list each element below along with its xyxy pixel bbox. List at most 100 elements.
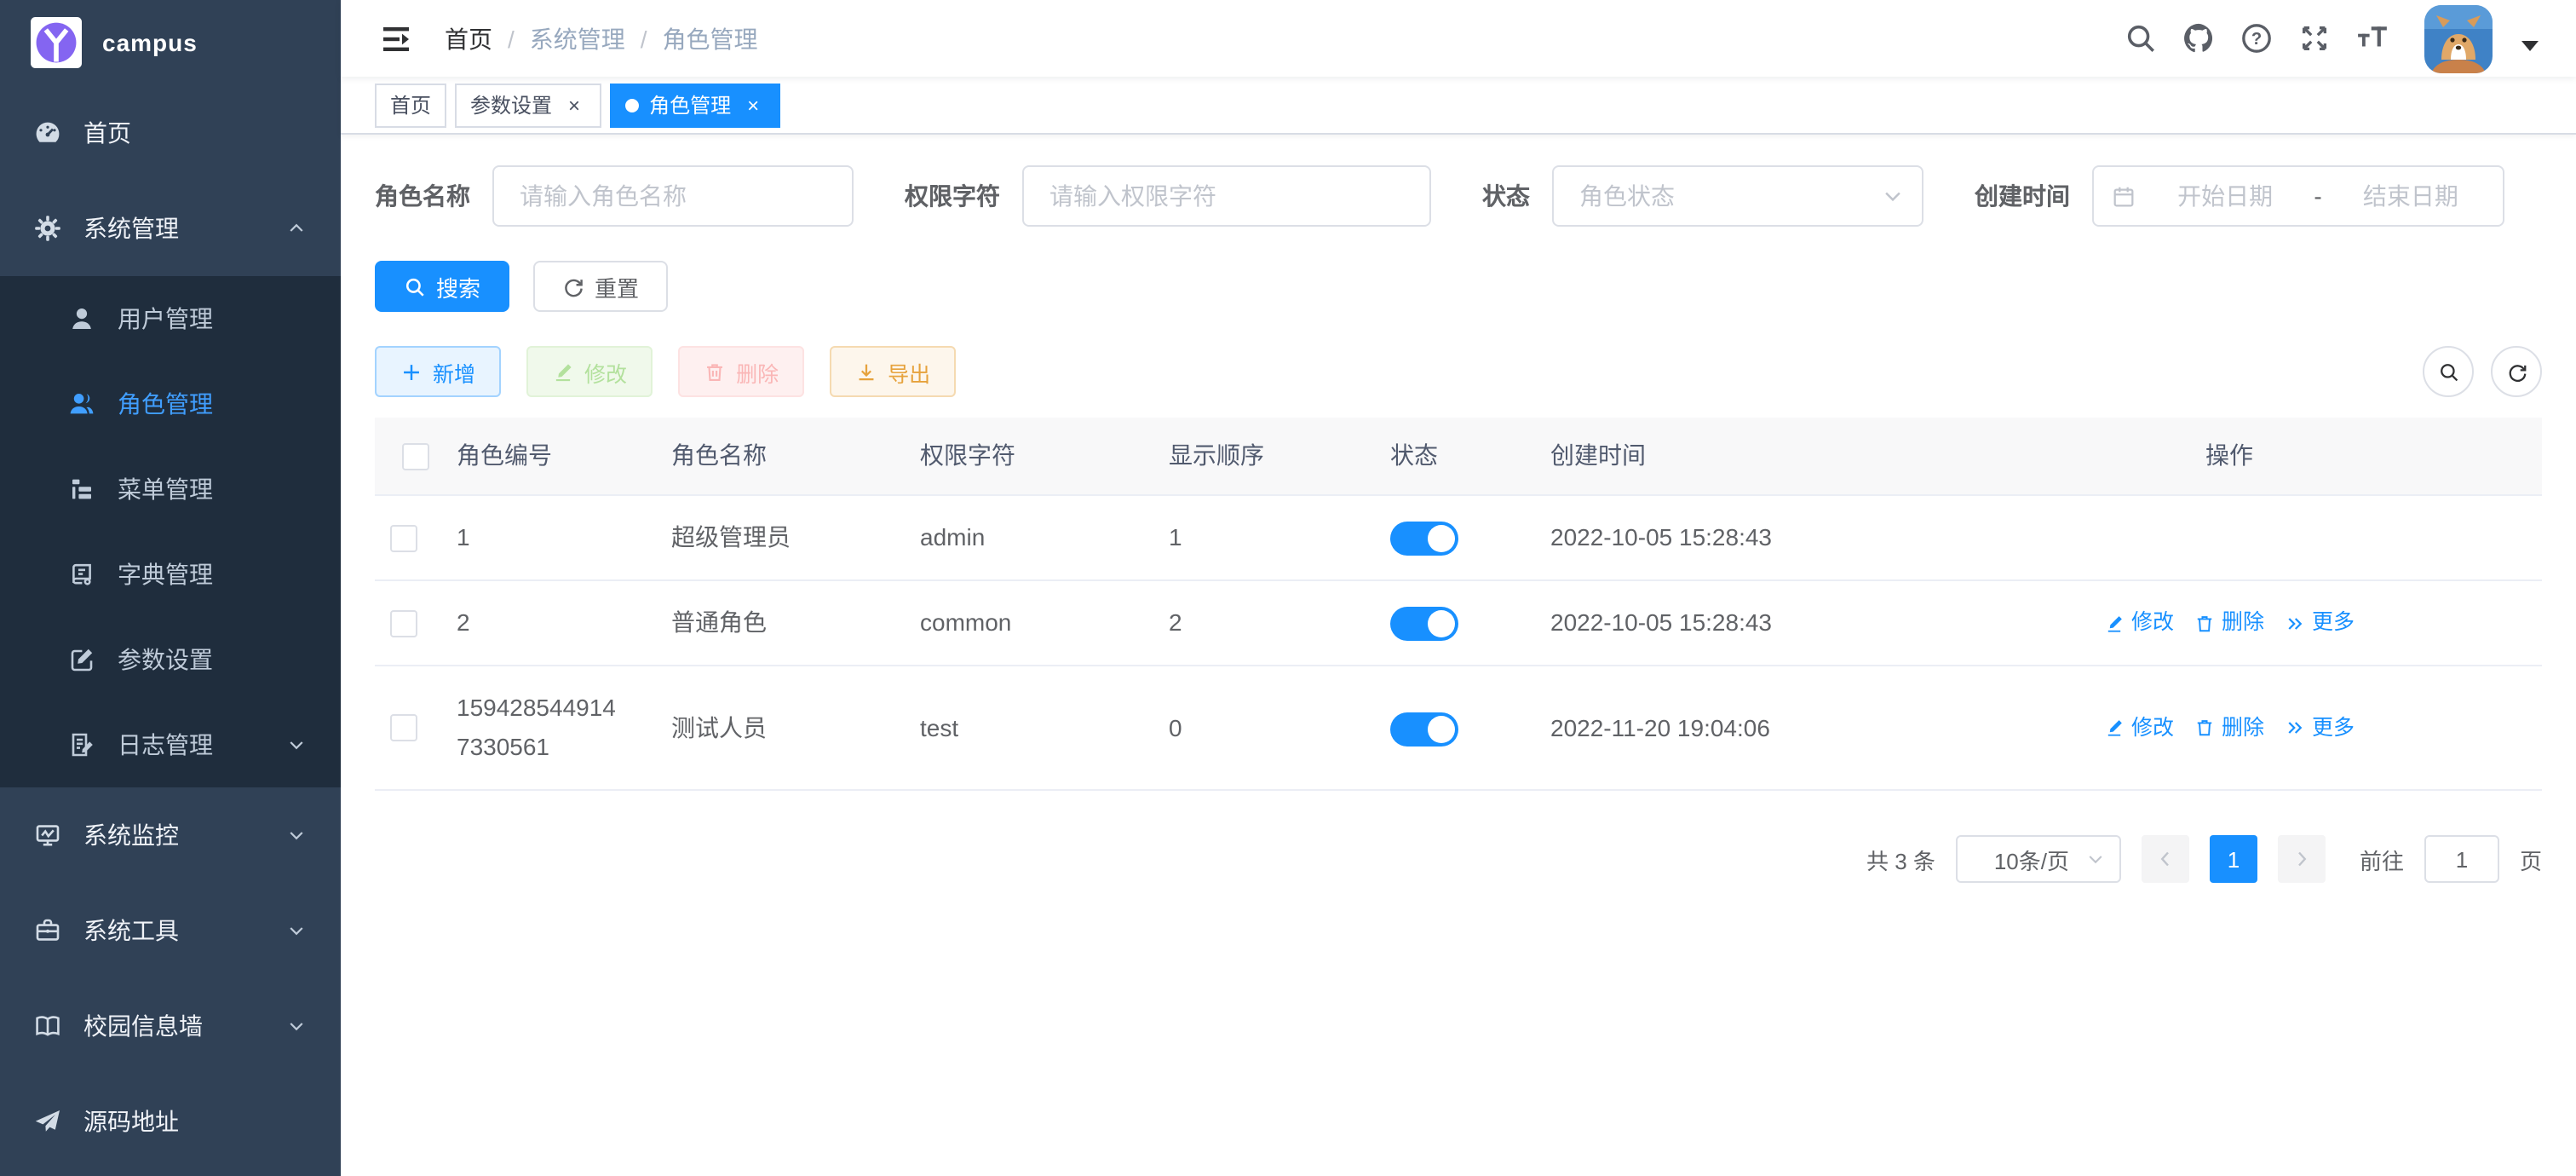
select-all-checkbox[interactable] — [402, 442, 429, 470]
tree-table-icon — [68, 476, 95, 503]
page-number-current[interactable]: 1 — [2210, 835, 2257, 883]
breadcrumb: 首页 / 系统管理 / 角色管理 — [445, 21, 758, 55]
breadcrumb-item-home[interactable]: 首页 — [445, 21, 492, 55]
sidebar: campus 首页 系统管理 用户管理 — [0, 0, 341, 1176]
col-perm-key: 权限字符 — [920, 418, 1169, 494]
sidebar-item-role-management[interactable]: 角色管理 — [0, 361, 341, 447]
sidebar-toggle-icon[interactable] — [382, 21, 416, 55]
sidebar-item-source-code[interactable]: 源码地址 — [0, 1074, 341, 1169]
sidebar-item-label: 字典管理 — [118, 557, 307, 591]
caret-down-icon[interactable] — [2521, 41, 2539, 60]
calendar-icon — [2111, 183, 2136, 209]
cell-role-id: 2 — [457, 581, 671, 665]
search-icon[interactable] — [2125, 22, 2157, 55]
next-page-button[interactable] — [2278, 835, 2326, 883]
goto-page-input[interactable] — [2424, 835, 2499, 883]
github-icon[interactable] — [2182, 22, 2215, 55]
app-root: campus 首页 系统管理 用户管理 — [0, 0, 2576, 1176]
sidebar-item-campus-wall[interactable]: 校园信息墙 — [0, 978, 341, 1074]
reset-button[interactable]: 重置 — [533, 261, 668, 312]
cell-role-id: 1 — [457, 496, 671, 579]
toggle-search-button[interactable] — [2423, 346, 2474, 397]
row-more-link[interactable]: 更多 — [2285, 603, 2355, 643]
form-item-create-time: 创建时间 开始日期 - 结束日期 — [1975, 165, 2504, 227]
sidebar-item-system-tools[interactable]: 系统工具 — [0, 883, 341, 978]
sidebar-item-label: 校园信息墙 — [83, 1009, 286, 1043]
roles-table: 角色编号 角色名称 权限字符 显示顺序 状态 创建时间 操作 1 超级管理员 a… — [375, 418, 2542, 791]
toolbox-icon — [34, 917, 61, 944]
tags-view-bar: 首页 参数设置 角色管理 — [341, 77, 2576, 135]
status-label: 状态 — [1482, 179, 1530, 213]
row-checkbox[interactable] — [389, 609, 417, 637]
row-checkbox[interactable] — [389, 714, 417, 741]
sidebar-item-label: 日志管理 — [118, 728, 286, 762]
perm-key-input[interactable] — [1022, 165, 1431, 227]
user-icon — [68, 305, 95, 332]
role-name-input[interactable] — [492, 165, 854, 227]
sidebar-item-system-monitor[interactable]: 系统监控 — [0, 787, 341, 883]
col-status: 状态 — [1390, 418, 1550, 494]
date-separator: - — [2314, 182, 2321, 210]
tag-label: 参数设置 — [470, 90, 552, 119]
row-select-cell — [375, 587, 457, 659]
start-date-placeholder: 开始日期 — [2150, 179, 2300, 213]
search-form: 角色名称 权限字符 状态 角色状态 创 — [375, 165, 2542, 227]
sidebar-item-log-management[interactable]: 日志管理 — [0, 702, 341, 787]
app-logo[interactable]: campus — [0, 0, 341, 85]
row-checkbox[interactable] — [389, 524, 417, 551]
font-size-icon[interactable] — [2356, 22, 2389, 55]
sidebar-item-dict-management[interactable]: 字典管理 — [0, 532, 341, 617]
chevron-down-icon — [1881, 184, 1905, 208]
tag-home[interactable]: 首页 — [375, 83, 446, 127]
status-toggle[interactable] — [1390, 522, 1458, 556]
user-avatar[interactable] — [2424, 4, 2493, 72]
edit-button[interactable]: 修改 — [526, 346, 653, 397]
cell-created: 2022-11-20 19:04:06 — [1550, 686, 1917, 770]
col-role-name: 角色名称 — [671, 418, 920, 494]
tag-label: 首页 — [390, 90, 431, 119]
add-button[interactable]: 新增 — [375, 346, 501, 397]
export-button[interactable]: 导出 — [830, 346, 956, 397]
row-edit-link[interactable]: 修改 — [2104, 603, 2174, 643]
sidebar-item-system-management[interactable]: 系统管理 — [0, 181, 341, 276]
breadcrumb-separator: / — [641, 25, 647, 52]
logo-icon — [31, 17, 82, 68]
add-button-label: 新增 — [433, 355, 475, 388]
row-select-cell — [375, 502, 457, 574]
tag-role-management[interactable]: 角色管理 — [610, 83, 780, 127]
search-button[interactable]: 搜索 — [375, 261, 509, 312]
form-item-role-name: 角色名称 — [375, 165, 854, 227]
page-size-select[interactable]: 10条/页 — [1956, 835, 2121, 883]
close-icon[interactable] — [562, 93, 586, 117]
status-toggle[interactable] — [1390, 712, 1458, 747]
status-toggle[interactable] — [1390, 608, 1458, 642]
goto-label: 前往 — [2360, 843, 2404, 875]
chevron-down-icon — [286, 920, 307, 941]
breadcrumb-item-system: 系统管理 — [530, 21, 625, 55]
prev-page-button[interactable] — [2142, 835, 2189, 883]
edit-button-label: 修改 — [584, 355, 627, 388]
close-icon[interactable] — [741, 93, 765, 117]
sidebar-item-home[interactable]: 首页 — [0, 85, 341, 181]
cell-status — [1390, 686, 1550, 770]
fullscreen-icon[interactable] — [2298, 22, 2331, 55]
row-edit-link[interactable]: 修改 — [2104, 708, 2174, 747]
sidebar-item-param-settings[interactable]: 参数设置 — [0, 617, 341, 702]
date-range-picker[interactable]: 开始日期 - 结束日期 — [2092, 165, 2504, 227]
sidebar-item-user-management[interactable]: 用户管理 — [0, 276, 341, 361]
pagination: 共 3 条 10条/页 1 前往 页 — [375, 835, 2542, 883]
chevron-up-icon — [286, 218, 307, 239]
help-icon[interactable]: ? — [2240, 22, 2273, 55]
status-select[interactable]: 角色状态 — [1552, 165, 1923, 227]
row-delete-link[interactable]: 删除 — [2194, 603, 2264, 643]
cell-sort: 0 — [1169, 686, 1390, 770]
tag-param-settings[interactable]: 参数设置 — [455, 83, 601, 127]
breadcrumb-item-role: 角色管理 — [663, 21, 758, 55]
refresh-button[interactable] — [2491, 346, 2542, 397]
row-delete-link[interactable]: 删除 — [2194, 708, 2264, 747]
row-more-link[interactable]: 更多 — [2285, 708, 2355, 747]
monitor-icon — [34, 821, 61, 849]
sidebar-item-menu-management[interactable]: 菜单管理 — [0, 447, 341, 532]
delete-button[interactable]: 删除 — [678, 346, 804, 397]
active-dot — [625, 98, 639, 112]
